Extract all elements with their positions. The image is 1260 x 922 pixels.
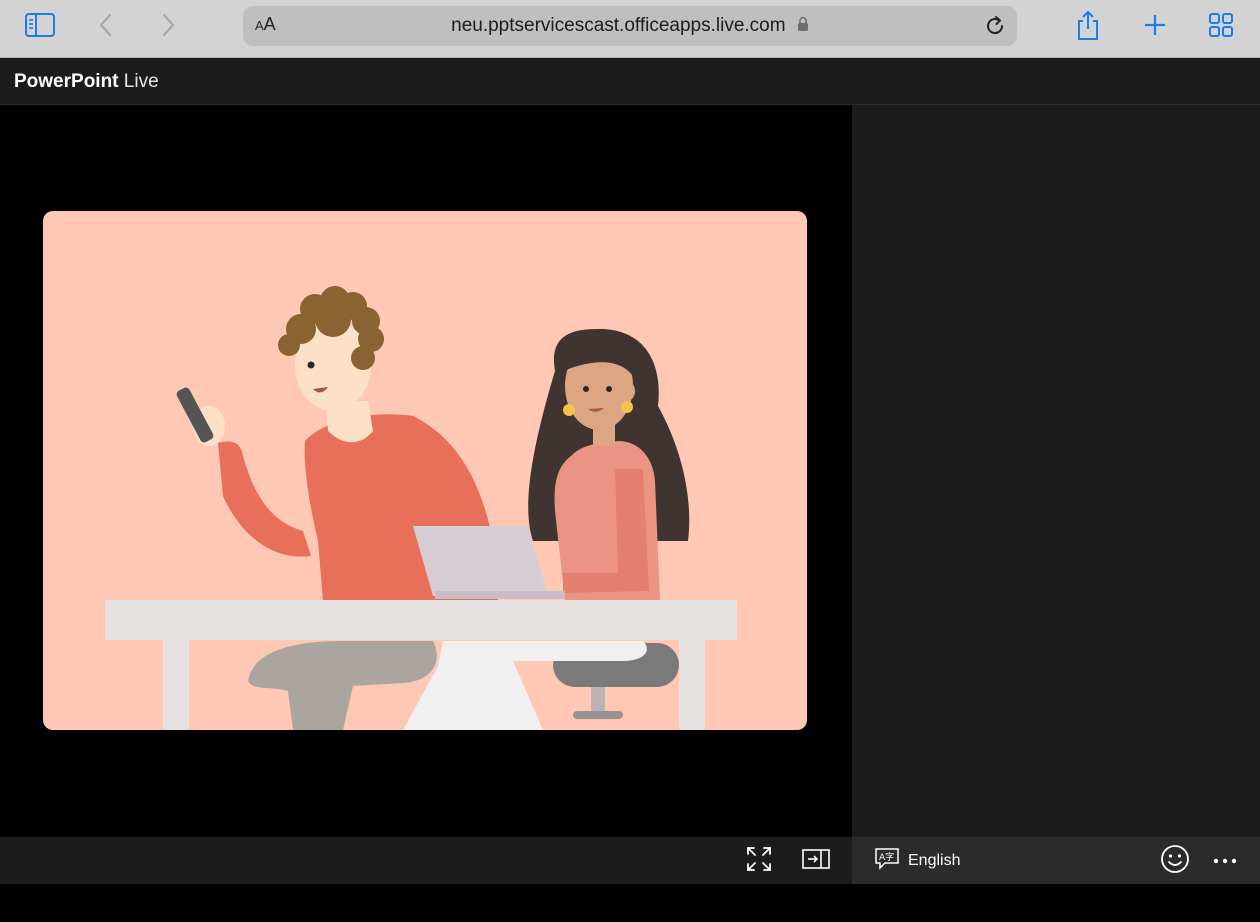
slide-stage — [0, 105, 852, 837]
panel-toggle-button[interactable] — [801, 846, 831, 876]
slide — [43, 211, 807, 730]
back-icon — [96, 12, 116, 43]
side-panel — [852, 105, 1260, 837]
more-icon — [1212, 852, 1238, 870]
address-bar[interactable]: AA neu.pptservicescast.officeapps.live.c… — [243, 6, 1017, 46]
more-options-button[interactable] — [1210, 846, 1240, 876]
app-title-brand: PowerPoint — [14, 71, 119, 92]
plus-icon — [1143, 13, 1167, 42]
translate-icon: A字 — [874, 847, 900, 876]
fullscreen-button[interactable] — [744, 846, 774, 876]
bottom-control-bar: A字 English — [0, 837, 1260, 884]
tab-overview-button[interactable] — [1203, 10, 1239, 44]
browser-toolbar: AA neu.pptservicescast.officeapps.live.c… — [0, 0, 1260, 58]
app-header: PowerPoint Live — [0, 58, 1260, 105]
tabs-icon — [1208, 12, 1234, 43]
forward-icon — [158, 12, 178, 43]
app-title-suffix: Live — [118, 71, 159, 92]
bottom-strip — [0, 884, 1260, 922]
language-button[interactable]: A字 — [872, 846, 902, 876]
reload-button[interactable] — [983, 14, 1007, 43]
share-icon — [1075, 9, 1101, 46]
slide-illustration — [105, 286, 737, 730]
url-text: neu.pptservicescast.officeapps.live.com — [451, 15, 786, 36]
svg-text:A字: A字 — [879, 851, 894, 863]
reaction-button[interactable] — [1160, 844, 1190, 879]
panel-toggle-icon — [802, 848, 830, 875]
sidebar-toggle-button[interactable] — [22, 10, 58, 44]
fullscreen-icon — [746, 846, 772, 877]
share-button[interactable] — [1070, 10, 1106, 44]
forward-button[interactable] — [150, 10, 186, 44]
subtitles-bar: A字 English — [852, 837, 1260, 884]
sidebar-icon — [24, 12, 56, 43]
language-label[interactable]: English — [908, 852, 960, 870]
reload-icon — [983, 16, 1007, 42]
lock-icon — [797, 16, 809, 38]
emoji-reaction-icon — [1160, 844, 1190, 879]
new-tab-button[interactable] — [1137, 10, 1173, 44]
back-button[interactable] — [88, 10, 124, 44]
app-title: PowerPoint Live — [14, 71, 159, 93]
url-display[interactable]: neu.pptservicescast.officeapps.live.com — [243, 15, 1017, 38]
